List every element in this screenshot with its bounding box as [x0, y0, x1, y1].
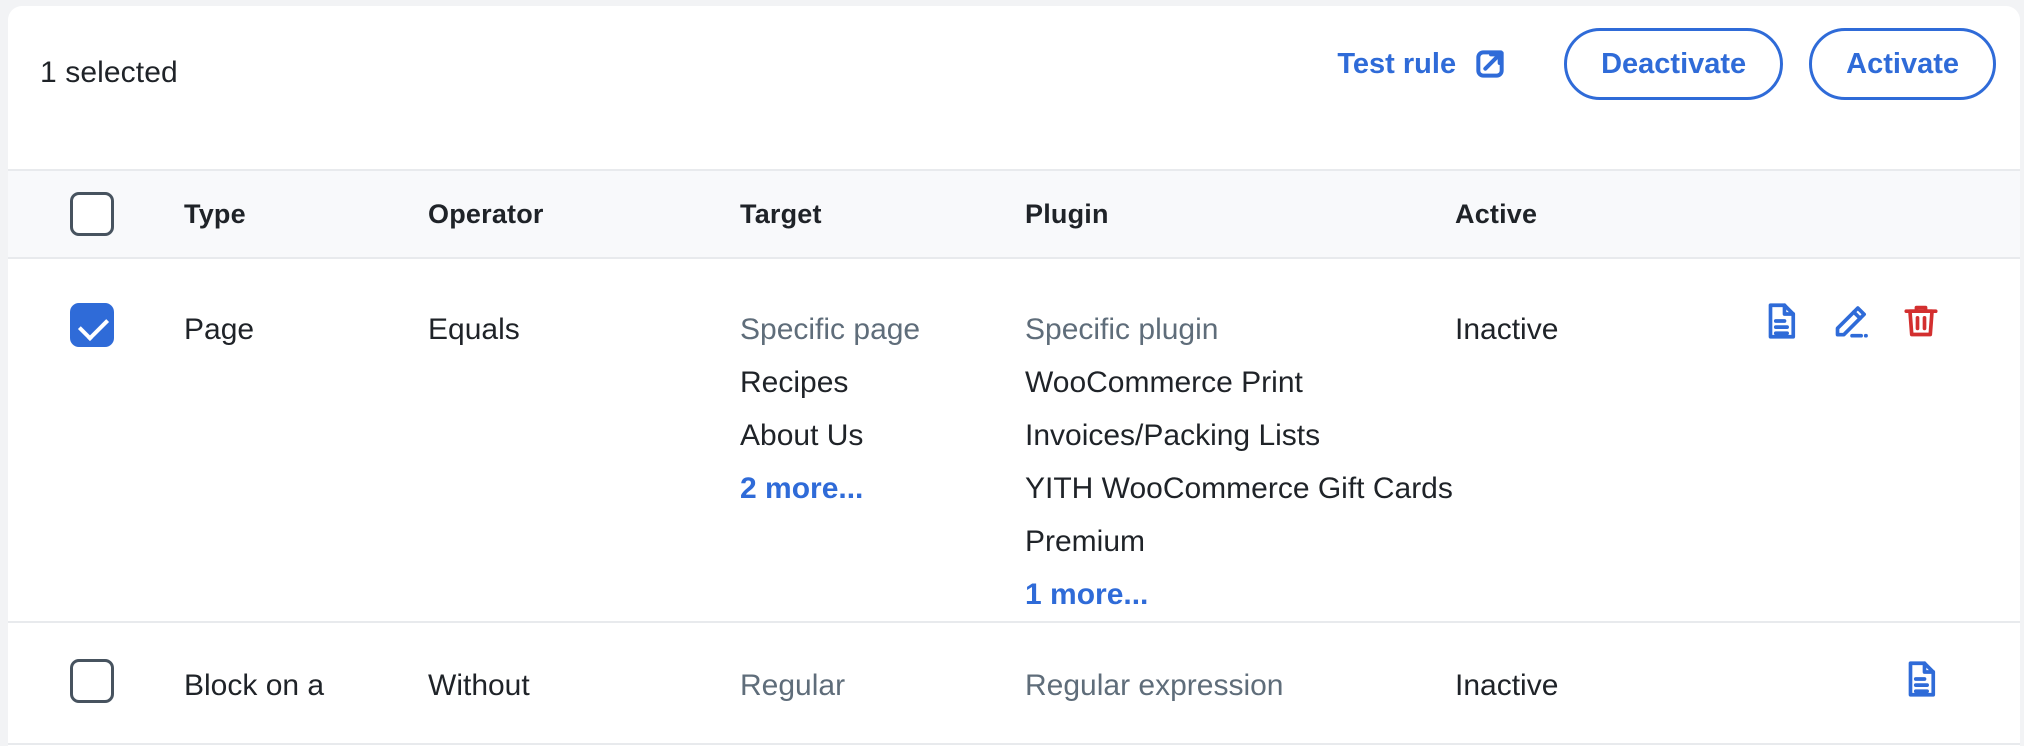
- plugin-kind: Regular expression: [1025, 669, 1284, 702]
- target-value: Recipes: [740, 366, 849, 399]
- table-header-row: Type Operator Target Plugin Active: [8, 169, 2020, 259]
- plugin-value: YITH WooCommerce Gift Cards Premium: [1025, 472, 1453, 558]
- column-header-active[interactable]: Active: [1455, 199, 1745, 230]
- cell-row-actions: [1745, 623, 2020, 701]
- table-row[interactable]: Block on a Without Regular Regular expre…: [8, 623, 2020, 745]
- row-select-cell: [8, 259, 184, 347]
- cell-plugin: Specific plugin WooCommerce Print Invoic…: [1025, 259, 1455, 621]
- rules-table: Type Operator Target Plugin Active Page …: [8, 169, 2020, 745]
- deactivate-button[interactable]: Deactivate: [1564, 28, 1784, 100]
- row-actions: [1745, 623, 2020, 701]
- plugin-kind: Specific plugin: [1025, 313, 1219, 346]
- plugin-value: WooCommerce Print Invoices/Packing Lists: [1025, 366, 1321, 452]
- column-header-plugin[interactable]: Plugin: [1025, 199, 1455, 230]
- edit-pencil-icon[interactable]: [1829, 299, 1873, 343]
- rules-table-card: 1 selected Test rule Deactivate Activate: [8, 6, 2020, 746]
- column-header-type[interactable]: Type: [184, 199, 428, 230]
- row-select-checkbox[interactable]: [70, 659, 114, 703]
- cell-type: Page: [184, 313, 255, 346]
- column-header-target[interactable]: Target: [740, 199, 1025, 230]
- target-more-link[interactable]: 2 more...: [740, 462, 1025, 515]
- test-rule-button[interactable]: Test rule: [1331, 34, 1516, 94]
- target-kind: Specific page: [740, 313, 921, 346]
- cell-operator: Without: [428, 669, 530, 702]
- document-icon[interactable]: [1759, 299, 1803, 343]
- cell-operator: Equals: [428, 313, 520, 346]
- cell-target: Regular: [740, 623, 1025, 712]
- selected-count-label: 1 selected: [40, 56, 178, 89]
- bulk-action-toolbar: 1 selected Test rule Deactivate Activate: [8, 6, 2020, 169]
- toolbar-actions: Test rule Deactivate Activate: [1331, 28, 1996, 100]
- select-all-checkbox[interactable]: [70, 192, 114, 236]
- plugin-more-link[interactable]: 1 more...: [1025, 568, 1455, 621]
- target-value: About Us: [740, 419, 864, 452]
- cell-target: Specific page Recipes About Us 2 more...: [740, 259, 1025, 515]
- row-select-checkbox[interactable]: [70, 303, 114, 347]
- row-actions: [1745, 259, 2020, 343]
- trash-delete-icon[interactable]: [1899, 299, 1943, 343]
- activate-button[interactable]: Activate: [1809, 28, 1996, 100]
- row-select-cell: [8, 623, 184, 703]
- external-link-icon: [1470, 44, 1510, 84]
- cell-row-actions: [1745, 259, 2020, 343]
- column-header-operator[interactable]: Operator: [428, 199, 740, 230]
- cell-active-status: Inactive: [1455, 669, 1559, 702]
- cell-active-status: Inactive: [1455, 313, 1559, 346]
- cell-type: Block on a: [184, 669, 325, 702]
- test-rule-label: Test rule: [1337, 47, 1457, 80]
- select-all-cell: [8, 192, 184, 236]
- cell-plugin: Regular expression: [1025, 623, 1455, 712]
- document-icon[interactable]: [1899, 657, 1943, 701]
- target-kind: Regular: [740, 669, 846, 702]
- table-row[interactable]: Page Equals Specific page Recipes About …: [8, 259, 2020, 623]
